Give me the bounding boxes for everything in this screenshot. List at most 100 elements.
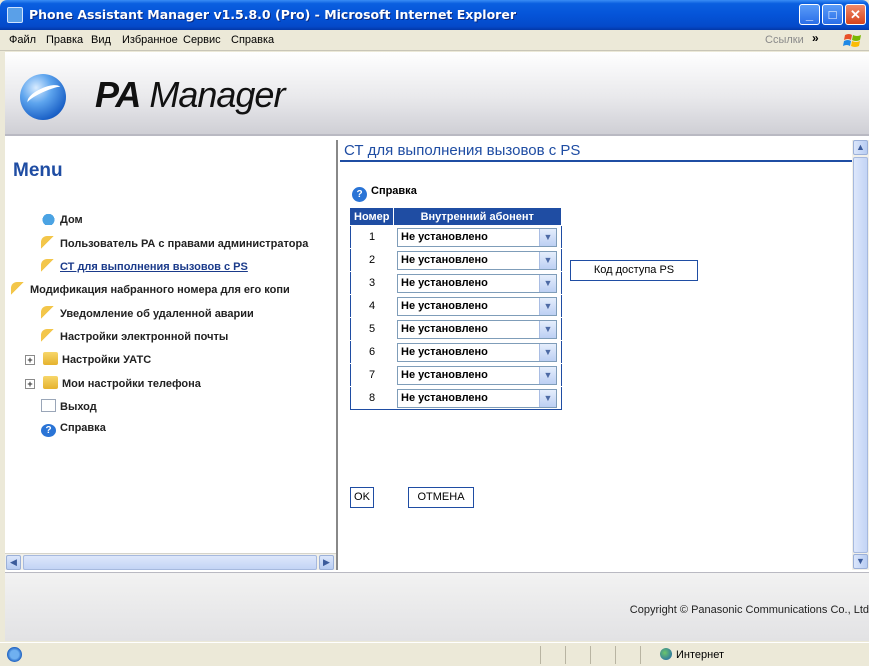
minimize-button[interactable]: _ <box>799 4 820 25</box>
scroll-right-icon[interactable]: ▶ <box>319 555 334 570</box>
extension-select[interactable]: Не установлено ▼ <box>397 250 557 270</box>
scroll-thumb[interactable] <box>853 157 868 553</box>
row-number: 5 <box>350 317 393 341</box>
sidebar-item-ct-ps-calls[interactable]: СТ для выполнения вызовов с PS <box>41 259 248 273</box>
extension-select[interactable]: Не установлено ▼ <box>397 319 557 339</box>
menu-favorites[interactable]: Избранное <box>122 34 178 46</box>
page-content: PA Manager Menu Дом Пользователь РА с пр… <box>5 52 869 641</box>
key-icon <box>41 259 56 272</box>
menu-title: Menu <box>13 160 63 181</box>
row-number: 8 <box>350 386 393 410</box>
cancel-button[interactable]: ОТМЕНА <box>408 487 474 508</box>
menu-help[interactable]: Справка <box>231 34 274 46</box>
extension-select[interactable]: Не установлено ▼ <box>397 365 557 385</box>
table-row: 7 Не установлено ▼ <box>350 363 562 387</box>
scroll-thumb[interactable] <box>23 555 317 570</box>
sidebar-item-phone-settings[interactable]: + Мои настройки телефона <box>25 376 201 390</box>
expand-icon[interactable]: + <box>25 379 35 389</box>
row-number: 6 <box>350 340 393 364</box>
status-divider <box>540 646 541 664</box>
sidebar-item-remote-alarm[interactable]: Уведомление об удаленной аварии <box>41 306 254 320</box>
window-title: Phone Assistant Manager v1.5.8.0 (Pro) -… <box>29 7 516 22</box>
chevron-down-icon[interactable]: ▼ <box>539 297 556 315</box>
sidebar-item-home[interactable]: Дом <box>41 212 83 226</box>
extension-select[interactable]: Не установлено ▼ <box>397 342 557 362</box>
row-number: 3 <box>350 271 393 295</box>
status-divider <box>565 646 566 664</box>
help-icon: ? <box>352 187 367 202</box>
horizontal-scrollbar[interactable]: ◀ ▶ <box>5 553 336 570</box>
menu-file[interactable]: Файл <box>9 34 36 46</box>
links-toolbar[interactable]: Ссылки <box>765 34 804 46</box>
chevron-down-icon[interactable]: ▼ <box>539 366 556 384</box>
column-header-number: Номер <box>350 208 394 226</box>
table-row: 3 Не установлено ▼ <box>350 271 562 295</box>
extension-select[interactable]: Не установлено ▼ <box>397 227 557 247</box>
chevron-down-icon[interactable]: ▼ <box>539 320 556 338</box>
chevron-down-icon[interactable]: ▼ <box>539 389 556 407</box>
menu-edit[interactable]: Правка <box>46 34 83 46</box>
row-number: 1 <box>350 225 393 249</box>
chevron-down-icon[interactable]: ▼ <box>539 274 556 292</box>
key-icon <box>41 236 56 249</box>
title-bar: Phone Assistant Manager v1.5.8.0 (Pro) -… <box>0 0 869 30</box>
table-row: 6 Не установлено ▼ <box>350 340 562 364</box>
menu-bar: Файл Правка Вид Избранное Сервис Справка… <box>0 30 869 51</box>
page-title: СТ для выполнения вызовов с PS <box>340 142 852 162</box>
sidebar-item-admin-user[interactable]: Пользователь РА с правами администратора <box>41 236 308 250</box>
key-icon <box>41 329 56 342</box>
ok-button[interactable]: OK <box>350 487 374 508</box>
sidebar-item-pbx-settings[interactable]: + Настройки УАТС <box>25 352 151 366</box>
status-divider <box>640 646 641 664</box>
chevron-down-icon[interactable]: ▼ <box>539 228 556 246</box>
key-icon <box>41 306 56 319</box>
extension-table: Номер Внутренний абонент 1 Не установлен… <box>350 208 562 410</box>
scroll-left-icon[interactable]: ◀ <box>6 555 21 570</box>
copyright-text: Copyright © Panasonic Communications Co.… <box>629 604 869 616</box>
chevron-down-icon[interactable]: ▼ <box>539 343 556 361</box>
internet-globe-icon <box>660 648 672 660</box>
status-divider <box>615 646 616 664</box>
help-link[interactable]: ? Справка <box>352 185 417 202</box>
vertical-scrollbar[interactable]: ▲ ▼ <box>852 140 869 570</box>
extension-select[interactable]: Не установлено ▼ <box>397 273 557 293</box>
menu-tools[interactable]: Сервис <box>183 34 221 46</box>
extension-select[interactable]: Не установлено ▼ <box>397 388 557 408</box>
folder-icon <box>43 376 58 389</box>
table-row: 2 Не установлено ▼ <box>350 248 562 272</box>
table-row: 1 Не установлено ▼ <box>350 225 562 249</box>
table-row: 5 Не установлено ▼ <box>350 317 562 341</box>
expand-icon[interactable]: + <box>25 355 35 365</box>
document-icon <box>41 399 56 412</box>
app-icon <box>7 7 23 23</box>
ie-page-icon <box>7 647 22 662</box>
pa-manager-logo: PA Manager <box>95 74 285 115</box>
sidebar-item-email-settings[interactable]: Настройки электронной почты <box>41 329 228 343</box>
sidebar-item-dial-modification[interactable]: Модификация набранного номера для его ко… <box>11 282 290 296</box>
row-number: 4 <box>350 294 393 318</box>
sidebar-item-help[interactable]: ? Справка <box>41 422 106 437</box>
status-divider <box>590 646 591 664</box>
close-button[interactable]: ✕ <box>845 4 866 25</box>
chevron-down-icon[interactable]: ▼ <box>539 251 556 269</box>
main-panel: СТ для выполнения вызовов с PS ? Справка … <box>340 140 869 570</box>
help-icon: ? <box>41 424 56 437</box>
footer: Copyright © Panasonic Communications Co.… <box>5 572 869 641</box>
status-bar: Интернет <box>0 642 869 666</box>
header-banner: PA Manager <box>5 52 869 136</box>
ie-window: Phone Assistant Manager v1.5.8.0 (Pro) -… <box>0 0 869 666</box>
maximize-button[interactable]: □ <box>822 4 843 25</box>
row-number: 7 <box>350 363 393 387</box>
menu-view[interactable]: Вид <box>91 34 111 46</box>
house-icon <box>41 212 56 225</box>
column-header-extension: Внутренний абонент <box>393 208 562 226</box>
scroll-up-icon[interactable]: ▲ <box>853 140 868 155</box>
ps-access-code-button[interactable]: Код доступа PS <box>570 260 698 281</box>
chevron-right-icon[interactable]: » <box>812 31 819 45</box>
sidebar-item-logout[interactable]: Выход <box>41 399 97 413</box>
key-icon <box>11 282 26 295</box>
security-zone: Интернет <box>660 648 724 661</box>
table-row: 4 Не установлено ▼ <box>350 294 562 318</box>
extension-select[interactable]: Не установлено ▼ <box>397 296 557 316</box>
scroll-down-icon[interactable]: ▼ <box>853 554 868 569</box>
